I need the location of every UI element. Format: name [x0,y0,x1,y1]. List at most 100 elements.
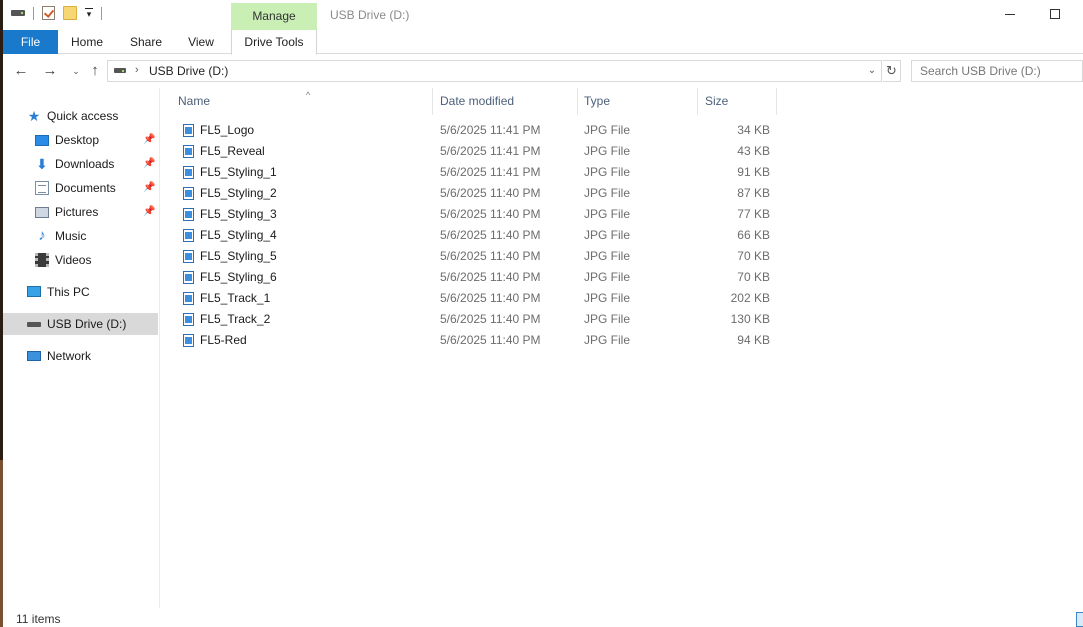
column-header-size[interactable]: Size [697,88,777,115]
file-type: JPG File [584,270,631,284]
maximize-button[interactable] [1050,9,1060,19]
column-header-name[interactable]: ^ Name [178,88,432,115]
file-type: JPG File [584,249,631,263]
address-row: ← → ⌄ ↑ › USB Drive (D:) ⌄ ↻ [3,55,1083,87]
tab-file[interactable]: File [3,30,58,54]
file-name: FL5_Styling_5 [200,249,277,263]
address-bar[interactable]: › USB Drive (D:) ⌄ [107,60,882,82]
nav-item-label: Videos [55,253,92,267]
file-row[interactable]: FL5_Logo 5/6/2025 11:41 PM JPG File 34 KB [170,120,790,141]
back-arrow-icon[interactable]: ← [12,62,30,80]
file-row[interactable]: FL5_Styling_2 5/6/2025 11:40 PM JPG File 87… [170,183,790,204]
file-row[interactable]: FL5_Styling_6 5/6/2025 11:40 PM JPG File 70… [170,267,790,288]
image-file-icon [183,292,194,305]
download-arrow-icon: ⬇ [36,156,48,172]
refresh-icon[interactable]: ↻ [883,60,901,82]
file-list: ^ Name Date modified Type Size FL5_Logo 5… [170,88,1083,608]
file-row[interactable]: FL5_Track_2 5/6/2025 11:40 PM JPG File 130 … [170,309,790,330]
nav-item-label: Music [55,229,87,243]
nav-item-label: This PC [47,285,90,299]
breadcrumb-usb-drive[interactable]: USB Drive (D:) [149,64,228,78]
image-file-icon [183,187,194,200]
pin-icon[interactable]: 📌 [143,153,155,175]
nav-item-downloads[interactable]: ⬇ Downloads 📌 [3,153,158,175]
nav-item-videos[interactable]: Videos [3,249,158,271]
file-row[interactable]: FL5_Reveal 5/6/2025 11:41 PM JPG File 43 KB [170,141,790,162]
minimize-button[interactable] [1005,14,1015,15]
file-size: 91 KB [737,165,770,179]
file-row[interactable]: FL5_Track_1 5/6/2025 11:40 PM JPG File 202 … [170,288,790,309]
new-folder-icon[interactable] [63,6,77,20]
pin-icon[interactable]: 📌 [143,201,155,223]
network-icon [27,351,41,361]
nav-item-network[interactable]: Network [3,345,158,367]
file-row[interactable]: FL5_Styling_4 5/6/2025 11:40 PM JPG File 66… [170,225,790,246]
file-size: 87 KB [737,186,770,200]
details-view-toggle[interactable] [1076,612,1083,627]
file-row[interactable]: FL5_Styling_3 5/6/2025 11:40 PM JPG File 77… [170,204,790,225]
column-header-date-modified[interactable]: Date modified [432,88,578,115]
nav-item-this-pc[interactable]: This PC [3,281,158,303]
file-explorer-window: ▾ Manage USB Drive (D:) File Home Share … [0,0,1083,627]
sort-ascending-icon: ^ [306,90,311,100]
recent-locations-chevron-icon[interactable]: ⌄ [67,62,85,80]
pin-icon[interactable]: 📌 [143,177,155,199]
toolbar-separator [101,6,102,20]
pictures-icon [35,207,49,218]
nav-item-usb-drive[interactable]: USB Drive (D:) [3,313,158,335]
customize-toolbar-icon[interactable]: ▾ [85,8,93,19]
file-row[interactable]: FL5-Red 5/6/2025 11:40 PM JPG File 94 KB [170,330,790,351]
tab-drive-tools[interactable]: Drive Tools [231,30,317,55]
tab-view[interactable]: View [179,30,223,54]
window-title: USB Drive (D:) [330,8,410,22]
file-name: FL5_Styling_2 [200,186,277,200]
file-type: JPG File [584,144,631,158]
nav-item-documents[interactable]: Documents 📌 [3,177,158,199]
nav-item-music[interactable]: ♪ Music [3,225,158,247]
forward-arrow-icon[interactable]: → [41,62,59,80]
search-box[interactable] [911,60,1083,82]
up-arrow-icon[interactable]: ↑ [86,62,104,80]
file-type: JPG File [584,228,631,242]
column-header-type[interactable]: Type [577,88,697,115]
image-file-icon [183,313,194,326]
nav-item-desktop[interactable]: Desktop 📌 [3,129,158,151]
quick-access-toolbar: ▾ [11,6,110,20]
file-name: FL5_Track_1 [200,291,271,305]
image-file-icon [183,334,194,347]
pin-icon[interactable]: 📌 [143,129,155,151]
tab-home[interactable]: Home [61,30,113,54]
file-type: JPG File [584,207,631,221]
image-file-icon [183,229,194,242]
status-bar: 11 items [3,608,1083,627]
file-date-modified: 5/6/2025 11:40 PM [440,333,541,347]
file-type: JPG File [584,333,631,347]
search-input[interactable] [912,61,1082,81]
file-name: FL5_Styling_3 [200,207,277,221]
desktop-icon [35,135,49,146]
drive-icon [114,68,126,73]
documents-icon [35,181,49,195]
manage-contextual-tab[interactable]: Manage [231,3,317,30]
file-row[interactable]: FL5_Styling_1 5/6/2025 11:41 PM JPG File 91… [170,162,790,183]
star-icon: ★ [27,108,41,124]
nav-item-label: Downloads [55,157,115,171]
file-size: 202 KB [730,291,770,305]
properties-icon[interactable] [42,6,55,20]
tab-share[interactable]: Share [119,30,173,54]
file-date-modified: 5/6/2025 11:40 PM [440,270,541,284]
address-dropdown-icon[interactable]: ⌄ [865,63,879,79]
file-date-modified: 5/6/2025 11:40 PM [440,249,541,263]
file-name: FL5-Red [200,333,247,347]
file-type: JPG File [584,123,631,137]
file-date-modified: 5/6/2025 11:40 PM [440,228,541,242]
file-date-modified: 5/6/2025 11:40 PM [440,291,541,305]
file-date-modified: 5/6/2025 11:41 PM [440,123,541,137]
nav-item-pictures[interactable]: Pictures 📌 [3,201,158,223]
breadcrumb-chevron-icon[interactable]: › [135,64,139,76]
file-date-modified: 5/6/2025 11:40 PM [440,207,541,221]
nav-item-label: Pictures [55,205,99,219]
nav-item-quick-access[interactable]: ★ Quick access [3,105,158,127]
file-size: 43 KB [737,144,770,158]
file-row[interactable]: FL5_Styling_5 5/6/2025 11:40 PM JPG File 70… [170,246,790,267]
